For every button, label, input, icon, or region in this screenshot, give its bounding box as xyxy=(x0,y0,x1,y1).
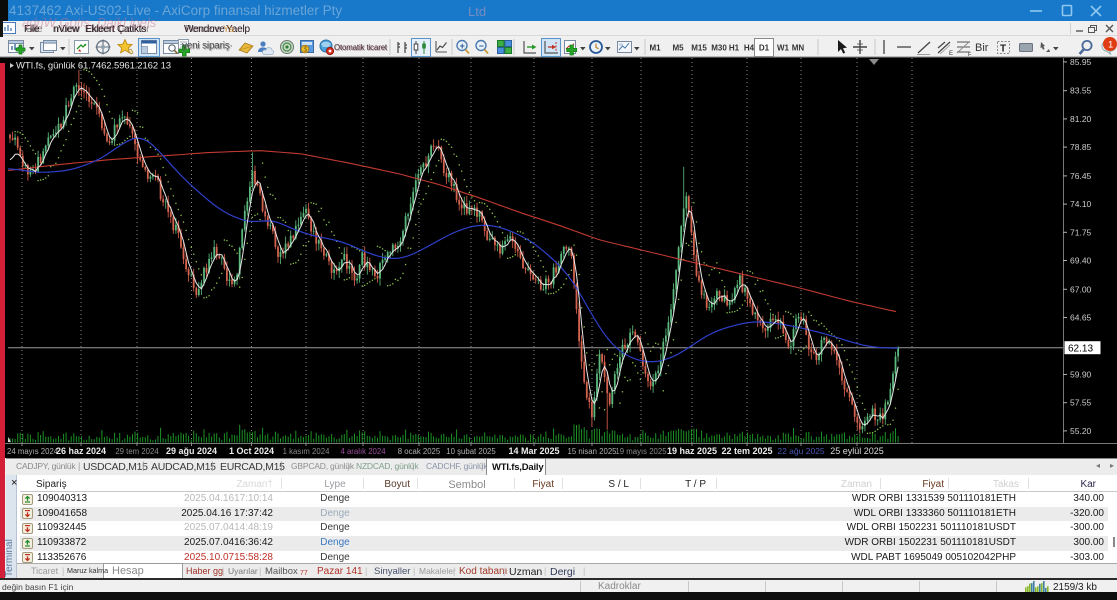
svg-text:26 haz 2024: 26 haz 2024 xyxy=(56,446,106,456)
svg-text:74.10: 74.10 xyxy=(1070,199,1092,209)
svg-text:MN: MN xyxy=(792,44,805,53)
svg-text:19 mayıs 2025: 19 mayıs 2025 xyxy=(615,447,667,456)
svg-text:78.85: 78.85 xyxy=(1070,142,1092,152)
svg-text:$: $ xyxy=(303,47,307,54)
svg-text:76.45: 76.45 xyxy=(1070,171,1092,181)
svg-text:29 ağu 2024: 29 ağu 2024 xyxy=(166,446,217,456)
svg-text:Bir: Bir xyxy=(975,42,989,54)
svg-text:64.65: 64.65 xyxy=(1070,313,1092,323)
svg-text:81.20: 81.20 xyxy=(1070,114,1092,124)
svg-text:83.55: 83.55 xyxy=(1070,86,1092,96)
svg-text:T: T xyxy=(1000,44,1006,55)
svg-text:22 tem 2025: 22 tem 2025 xyxy=(721,446,772,456)
svg-text:D1: D1 xyxy=(759,44,770,53)
svg-text:10 şubat 2025: 10 şubat 2025 xyxy=(446,447,496,456)
svg-text:+: + xyxy=(460,41,465,51)
svg-text:4 aralık 2024: 4 aralık 2024 xyxy=(340,447,386,456)
svg-text:M15: M15 xyxy=(691,44,707,53)
svg-text:19 haz 2025: 19 haz 2025 xyxy=(667,446,717,456)
svg-text:15 nisan 2025: 15 nisan 2025 xyxy=(568,447,618,456)
svg-text:71.75: 71.75 xyxy=(1070,227,1092,237)
svg-text:69.40: 69.40 xyxy=(1070,256,1092,266)
svg-text:1 Oct 2024: 1 Oct 2024 xyxy=(229,446,274,456)
svg-text:57.55: 57.55 xyxy=(1070,398,1092,408)
svg-text:W1: W1 xyxy=(777,44,790,53)
svg-text:25 eylül 2025: 25 eylül 2025 xyxy=(830,446,884,456)
svg-text:M5: M5 xyxy=(672,44,684,53)
svg-text:8 ocak 2025: 8 ocak 2025 xyxy=(398,447,441,456)
svg-text:14 Mar 2025: 14 Mar 2025 xyxy=(508,446,559,456)
svg-text:−: − xyxy=(479,41,484,51)
svg-text:1: 1 xyxy=(1108,40,1113,51)
svg-text:H1: H1 xyxy=(729,44,740,53)
svg-text:29 tem 2024: 29 tem 2024 xyxy=(115,447,159,456)
svg-text:M1: M1 xyxy=(649,44,661,53)
svg-text:67.00: 67.00 xyxy=(1070,284,1092,294)
svg-text:62.13: 62.13 xyxy=(1068,344,1093,355)
svg-text:M30: M30 xyxy=(711,44,727,53)
svg-text:1 kasım 2024: 1 kasım 2024 xyxy=(283,447,330,456)
svg-text:85.95: 85.95 xyxy=(1070,57,1092,67)
svg-text:Otomatik ticaret: Otomatik ticaret xyxy=(335,44,389,53)
svg-text:59.90: 59.90 xyxy=(1070,370,1092,380)
svg-text:WTI.fs, günlük 61.7462.5961.21: WTI.fs, günlük 61.7462.5961.2162 13 xyxy=(16,61,171,72)
svg-text:yeni sipariş: yeni sipariş xyxy=(183,41,231,52)
svg-text:55.20: 55.20 xyxy=(1070,426,1092,436)
svg-text:22 ağu 2025: 22 ağu 2025 xyxy=(777,446,825,456)
svg-text:24 mayıs 2024: 24 mayıs 2024 xyxy=(7,447,59,456)
svg-text:H4: H4 xyxy=(744,44,755,53)
